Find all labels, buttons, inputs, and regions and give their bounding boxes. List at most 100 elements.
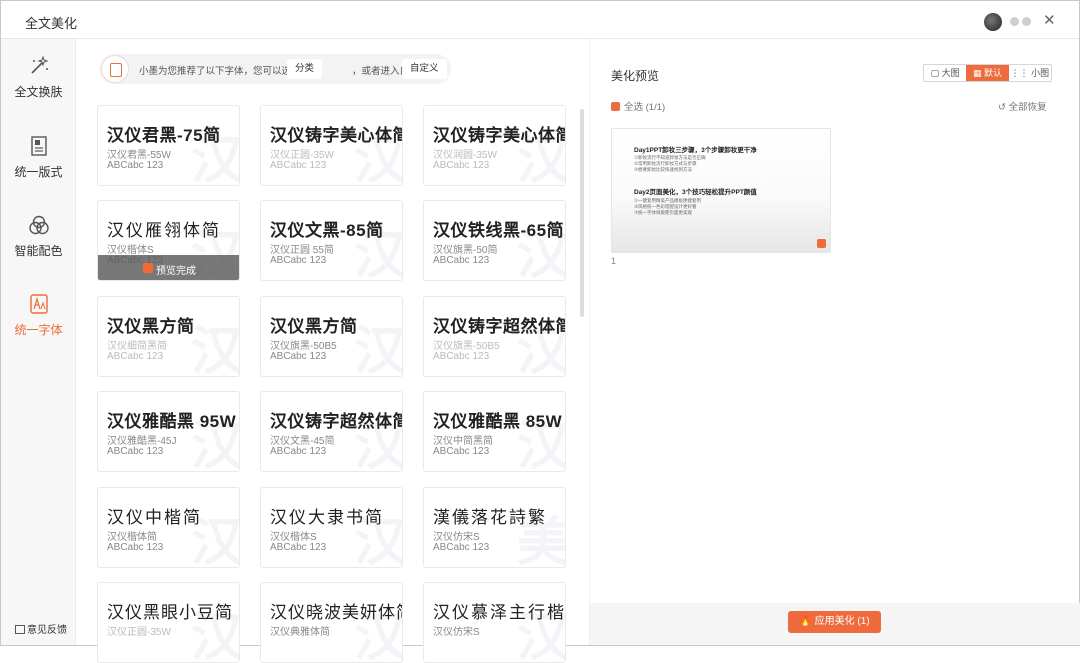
font-card-name: 汉仪文黑-85简: [270, 221, 384, 240]
assistant-icon: [101, 55, 129, 83]
checkbox-checked-icon: [611, 102, 620, 111]
title-bar: 全文美化 ✕: [1, 1, 1079, 39]
font-card[interactable]: 汉汉仪铸字超然体简 汉仪文黑-45简 ABCabc 123: [260, 391, 403, 472]
preview-panel: 美化预览 ▢ 大图 ▦ 默认 ⋮⋮ 小图 全选 (1/1) ↺ 全部恢复 Day…: [589, 39, 1080, 645]
font-list-scrollbar[interactable]: [580, 109, 584, 317]
view-small-button[interactable]: ⋮⋮ 小图: [1009, 65, 1051, 81]
font-card[interactable]: 汉汉仪文黑-85简 汉仪正圆 55简 ABCabc 123: [260, 200, 403, 281]
font-card-secondary-font: 汉仪旗黑-50简: [433, 245, 498, 256]
category-button[interactable]: 分类: [287, 59, 323, 79]
sidebar-item-skin[interactable]: 全文换肤: [1, 55, 76, 121]
font-card-secondary-font: 汉仪仿宋S: [433, 627, 480, 638]
font-card-watermark: 汉: [353, 323, 403, 377]
font-card-sample: ABCabc 123: [107, 351, 164, 362]
sidebar-item-color[interactable]: 智能配色: [1, 214, 76, 280]
slide-thumbnail[interactable]: Day1PPT卸妆三步骤，3个步骤卸妆更干净 ①卸妆流行不知道卸妆方法是否正确 …: [611, 128, 831, 253]
slide-checkbox[interactable]: [817, 239, 826, 248]
font-card-name: 汉仪中楷简: [107, 508, 202, 528]
font-card[interactable]: 汉汉仪晓波美妍体简 汉仪典雅体简: [260, 582, 403, 663]
font-card-sample: ABCabc 123: [433, 446, 490, 457]
font-card-name: 漢儀落花詩繁: [433, 508, 547, 528]
font-card-name: 汉仪慕泽主行楷精种版W: [433, 603, 566, 623]
layout-icon: [31, 136, 47, 156]
font-card[interactable]: 汉汉仪大隶书简 汉仪楷体S ABCabc 123: [260, 487, 403, 568]
font-card-watermark: 汉: [190, 323, 240, 377]
sidebar-item-font[interactable]: 统一字体: [1, 293, 76, 359]
font-card[interactable]: 汉汉仪雅酷黑 85W 汉仪中简黑简 ABCabc 123: [423, 391, 566, 472]
select-all-checkbox[interactable]: 全选 (1/1): [611, 99, 665, 113]
font-card-name: 汉仪铸字美心体简: [270, 126, 403, 145]
sidebar: 全文换肤 统一版式 智能配色 统一字体 意见反馈: [1, 39, 76, 645]
font-card[interactable]: 汉汉仪中楷简 汉仪楷体简 ABCabc 123: [97, 487, 240, 568]
font-card-name: 汉仪大隶书简: [270, 508, 384, 528]
font-card-sample: ABCabc 123: [270, 255, 327, 266]
font-card-secondary-font: 汉仪文黑-45简: [270, 436, 335, 447]
avatar[interactable]: [984, 13, 1002, 31]
slide-heading-1: Day1PPT卸妆三步骤，3个步骤卸妆更干净: [634, 147, 757, 154]
menu-dot-icon[interactable]: [1022, 17, 1031, 26]
close-icon[interactable]: ✕: [1043, 11, 1056, 29]
font-recommendation-panel: 小墨为您推荐了以下字体，您可以选择 分类 ，或者进入自定义 自定义 汉 汉仪君黑-…: [77, 39, 588, 663]
font-card-name: 汉仪铸字超然体简: [270, 412, 403, 431]
font-card-secondary-font: 汉仪君黑-55W: [107, 150, 171, 161]
font-card[interactable]: 汉汉仪铸字美心体简 汉仪润圆-35W ABCabc 123: [423, 105, 566, 186]
font-card-secondary-font: 汉仪典雅体简: [270, 627, 330, 638]
font-card-secondary-font: 汉仪仿宋S: [433, 532, 480, 543]
font-card-secondary-font: 汉仪润圆-35W: [433, 150, 497, 161]
font-card[interactable]: 汉汉仪慕泽主行楷精种版W汉仪仿宋S: [423, 582, 566, 663]
font-card-sample: ABCabc 123: [433, 255, 490, 266]
apply-beautify-button[interactable]: 🔥 应用美化 (1): [788, 611, 881, 633]
status-dot-icon[interactable]: [1010, 17, 1019, 26]
tip-text: 小墨为您推荐了以下字体，您可以选择: [139, 66, 301, 77]
slide-line: ③统一字体排版使页面更美观: [634, 210, 693, 215]
font-card[interactable]: 汉汉仪黑方简 汉仪细简黑简 ABCabc 123: [97, 296, 240, 377]
font-card-name: 汉仪雅酷黑 85W: [433, 412, 563, 431]
font-card-secondary-font: 汉仪正圆-35W: [270, 150, 334, 161]
sidebar-item-label: 统一版式: [14, 165, 63, 179]
font-card-sample: ABCabc 123: [270, 446, 327, 457]
font-card-sample: ABCabc 123: [270, 160, 327, 171]
font-card[interactable]: 汉汉仪黑方简 汉仪旗黑-50B5 ABCabc 123: [260, 296, 403, 377]
fire-icon: 🔥: [799, 616, 815, 627]
view-large-button[interactable]: ▢ 大图: [924, 65, 966, 81]
undo-icon: ↺: [998, 102, 1009, 113]
font-card-sample: ABCabc 123: [433, 160, 490, 171]
view-size-switch: ▢ 大图 ▦ 默认 ⋮⋮ 小图: [923, 64, 1052, 82]
font-card-secondary-font: 汉仪楷体简: [107, 532, 157, 543]
font-card[interactable]: 汉汉仪君黑-75简 汉仪君黑-55W ABCabc 123: [97, 105, 240, 186]
sidebar-item-layout[interactable]: 统一版式: [1, 135, 76, 201]
font-icon: [30, 294, 48, 314]
font-card[interactable]: 汉汉仪铁线黑-65简 汉仪旗黑-50简 ABCabc 123: [423, 200, 566, 281]
sidebar-item-label: 智能配色: [14, 244, 63, 258]
view-default-button[interactable]: ▦ 默认: [966, 65, 1009, 81]
app-window: 全文美化 ✕ 全文换肤 统一版式 智能配色 统一字体 意见反馈 小墨为您推荐了以…: [0, 0, 1080, 663]
font-card-sample: ABCabc 123: [270, 542, 327, 553]
font-card-sample: ABCabc 123: [107, 446, 164, 457]
sidebar-item-label: 统一字体: [14, 323, 63, 337]
page-number: 1: [611, 256, 617, 266]
font-card[interactable]: 汉汉仪铸字美心体简 汉仪正圆-35W ABCabc 123: [260, 105, 403, 186]
font-card-secondary-font: 汉仪正圆-35W: [107, 627, 171, 638]
font-card-name: 汉仪晓波美妍体简: [270, 603, 403, 622]
view-small-label: 小图: [1031, 68, 1050, 78]
font-card[interactable]: 汉汉仪黑眼小豆简 汉仪正圆-35W: [97, 582, 240, 663]
font-card[interactable]: 汉汉仪雅酷黑 95W 汉仪雅酷黑-45J ABCabc 123: [97, 391, 240, 472]
preview-done-label: 预览完成: [156, 266, 196, 277]
font-card[interactable]: 汉汉仪铸字超然体简 汉仪旗黑-50B5 ABCabc 123: [423, 296, 566, 377]
check-icon: [143, 263, 153, 273]
magic-wand-icon: [31, 55, 49, 74]
preview-footer: 🔥 应用美化 (1): [590, 603, 1080, 645]
font-card-sample: ABCabc 123: [270, 351, 327, 362]
font-card-name: 汉仪黑方简: [107, 317, 195, 336]
restore-all-label: 全部恢复: [1008, 102, 1047, 113]
feedback-link[interactable]: 意见反馈: [15, 621, 67, 636]
font-card[interactable]: 美漢儀落花詩繁 汉仪仿宋S ABCabc 123: [423, 487, 566, 568]
custom-button[interactable]: 自定义: [402, 59, 447, 79]
slide-heading-2: Day2页面美化，3个技巧轻松提升PPT颜值: [634, 189, 757, 196]
font-card-name: 汉仪雅酷黑 95W: [107, 412, 237, 431]
color-circles-icon: [29, 215, 49, 235]
restore-all-button[interactable]: ↺ 全部恢复: [998, 99, 1047, 113]
font-card-name: 汉仪黑方简: [270, 317, 358, 336]
font-card[interactable]: 汉汉仪雁翎体简汉仪楷体SABCabc 123预览完成: [97, 200, 240, 281]
feedback-icon: [15, 625, 25, 634]
